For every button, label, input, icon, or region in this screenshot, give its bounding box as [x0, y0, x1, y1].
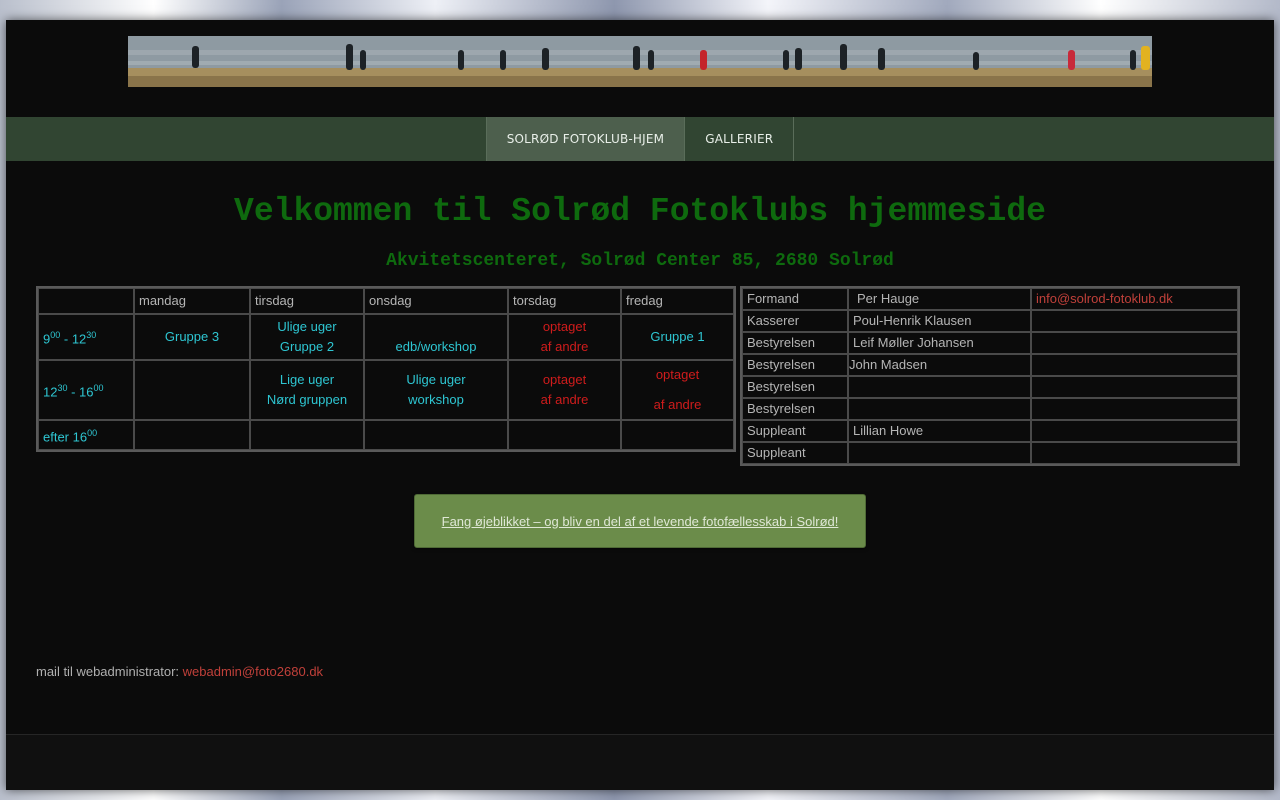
schedule-cell	[250, 420, 364, 451]
contact-email-link[interactable]: info@solrod-fotoklub.dk	[1036, 291, 1173, 306]
board-row: Bestyrelsen	[742, 376, 1238, 398]
page-title: Velkommen til Solrød Fotoklubs hjemmesid…	[234, 193, 1046, 230]
footer-label: mail til webadministrator:	[36, 664, 183, 679]
footer-contact: mail til webadministrator: webadmin@foto…	[36, 664, 323, 679]
schedule-cell	[621, 420, 734, 451]
board-contact: info@solrod-fotoklub.dk	[1031, 288, 1238, 310]
board-contact	[1031, 376, 1238, 398]
board-role: Bestyrelsen	[742, 332, 848, 354]
board-name: Leif Møller Johansen	[848, 332, 1031, 354]
join-club-link[interactable]: Fang øjeblikket – og bliv en del af et l…	[442, 514, 839, 529]
main-nav: SOLRØD FOTOKLUB-HJEM GALLERIER	[6, 117, 1274, 161]
board-row: Formand Per Hauge info@solrod-fotoklub.d…	[742, 288, 1238, 310]
schedule-cell: optaget af andre	[508, 314, 621, 360]
schedule-cell: optaget af andre	[508, 360, 621, 420]
header-banner-image	[128, 36, 1152, 87]
schedule-cell	[134, 360, 250, 420]
board-name: Poul-Henrik Klausen	[848, 310, 1031, 332]
board-table: Formand Per Hauge info@solrod-fotoklub.d…	[740, 286, 1240, 466]
nav-item-home[interactable]: SOLRØD FOTOKLUB-HJEM	[485, 117, 686, 161]
board-role: Suppleant	[742, 442, 848, 464]
schedule-table: mandag tirsdag onsdag torsdag fredag 900…	[36, 286, 736, 453]
board-row: Bestyrelsen John Madsen	[742, 354, 1238, 376]
schedule-row: 1230 - 1600 Lige uger Nørd gruppen Ulige …	[38, 360, 734, 420]
time-slot-cell: 1230 - 1600	[38, 360, 134, 420]
schedule-row: efter 1600	[38, 420, 734, 451]
time-slot-cell: efter 1600	[38, 420, 134, 451]
webadmin-email-link[interactable]: webadmin@foto2680.dk	[183, 664, 323, 679]
board-name	[848, 398, 1031, 420]
nav-item-gallerier[interactable]: GALLERIER	[685, 117, 795, 161]
board-contact	[1031, 310, 1238, 332]
join-club-button[interactable]: Fang øjeblikket – og bliv en del af et l…	[414, 494, 866, 548]
bottom-bar	[6, 734, 1274, 790]
day-header: onsdag	[364, 288, 508, 314]
schedule-cell	[364, 420, 508, 451]
board-name: Lillian Howe	[848, 420, 1031, 442]
board-role: Bestyrelsen	[742, 398, 848, 420]
board-contact	[1031, 354, 1238, 376]
board-contact	[1031, 332, 1238, 354]
board-contact	[1031, 442, 1238, 464]
board-role: Bestyrelsen	[742, 354, 848, 376]
schedule-cell: Ulige uger Gruppe 2	[250, 314, 364, 360]
schedule-cell: edb/workshop	[364, 314, 508, 360]
schedule-header-row: mandag tirsdag onsdag torsdag fredag	[38, 288, 734, 314]
board-name: John Madsen	[848, 354, 1031, 376]
board-row: Kasserer Poul-Henrik Klausen	[742, 310, 1238, 332]
day-header: fredag	[621, 288, 734, 314]
board-contact	[1031, 398, 1238, 420]
day-header: tirsdag	[250, 288, 364, 314]
schedule-cell: optaget af andre	[621, 360, 734, 420]
board-name: Per Hauge	[848, 288, 1031, 310]
board-row: Suppleant Lillian Howe	[742, 420, 1238, 442]
schedule-cell: Ulige uger workshop	[364, 360, 508, 420]
board-role: Formand	[742, 288, 848, 310]
board-contact	[1031, 420, 1238, 442]
board-role: Suppleant	[742, 420, 848, 442]
schedule-cell	[134, 420, 250, 451]
board-role: Kasserer	[742, 310, 848, 332]
day-header: mandag	[134, 288, 250, 314]
schedule-cell: Gruppe 3	[134, 314, 250, 360]
board-row: Bestyrelsen	[742, 398, 1238, 420]
board-row: Suppleant	[742, 442, 1238, 464]
schedule-row: 900 - 1230 Gruppe 3 Ulige uger Gruppe 2 e…	[38, 314, 734, 360]
page: SOLRØD FOTOKLUB-HJEM GALLERIER Velkommen…	[6, 20, 1274, 790]
board-row: Bestyrelsen Leif Møller Johansen	[742, 332, 1238, 354]
schedule-cell	[508, 420, 621, 451]
schedule-cell: Gruppe 1	[621, 314, 734, 360]
time-slot-cell: 900 - 1230	[38, 314, 134, 360]
board-name	[848, 442, 1031, 464]
board-name	[848, 376, 1031, 398]
day-header: torsdag	[508, 288, 621, 314]
schedule-corner-cell	[38, 288, 134, 314]
page-subtitle: Akvitetscenteret, Solrød Center 85, 2680…	[386, 251, 894, 271]
board-role: Bestyrelsen	[742, 376, 848, 398]
schedule-cell: Lige uger Nørd gruppen	[250, 360, 364, 420]
